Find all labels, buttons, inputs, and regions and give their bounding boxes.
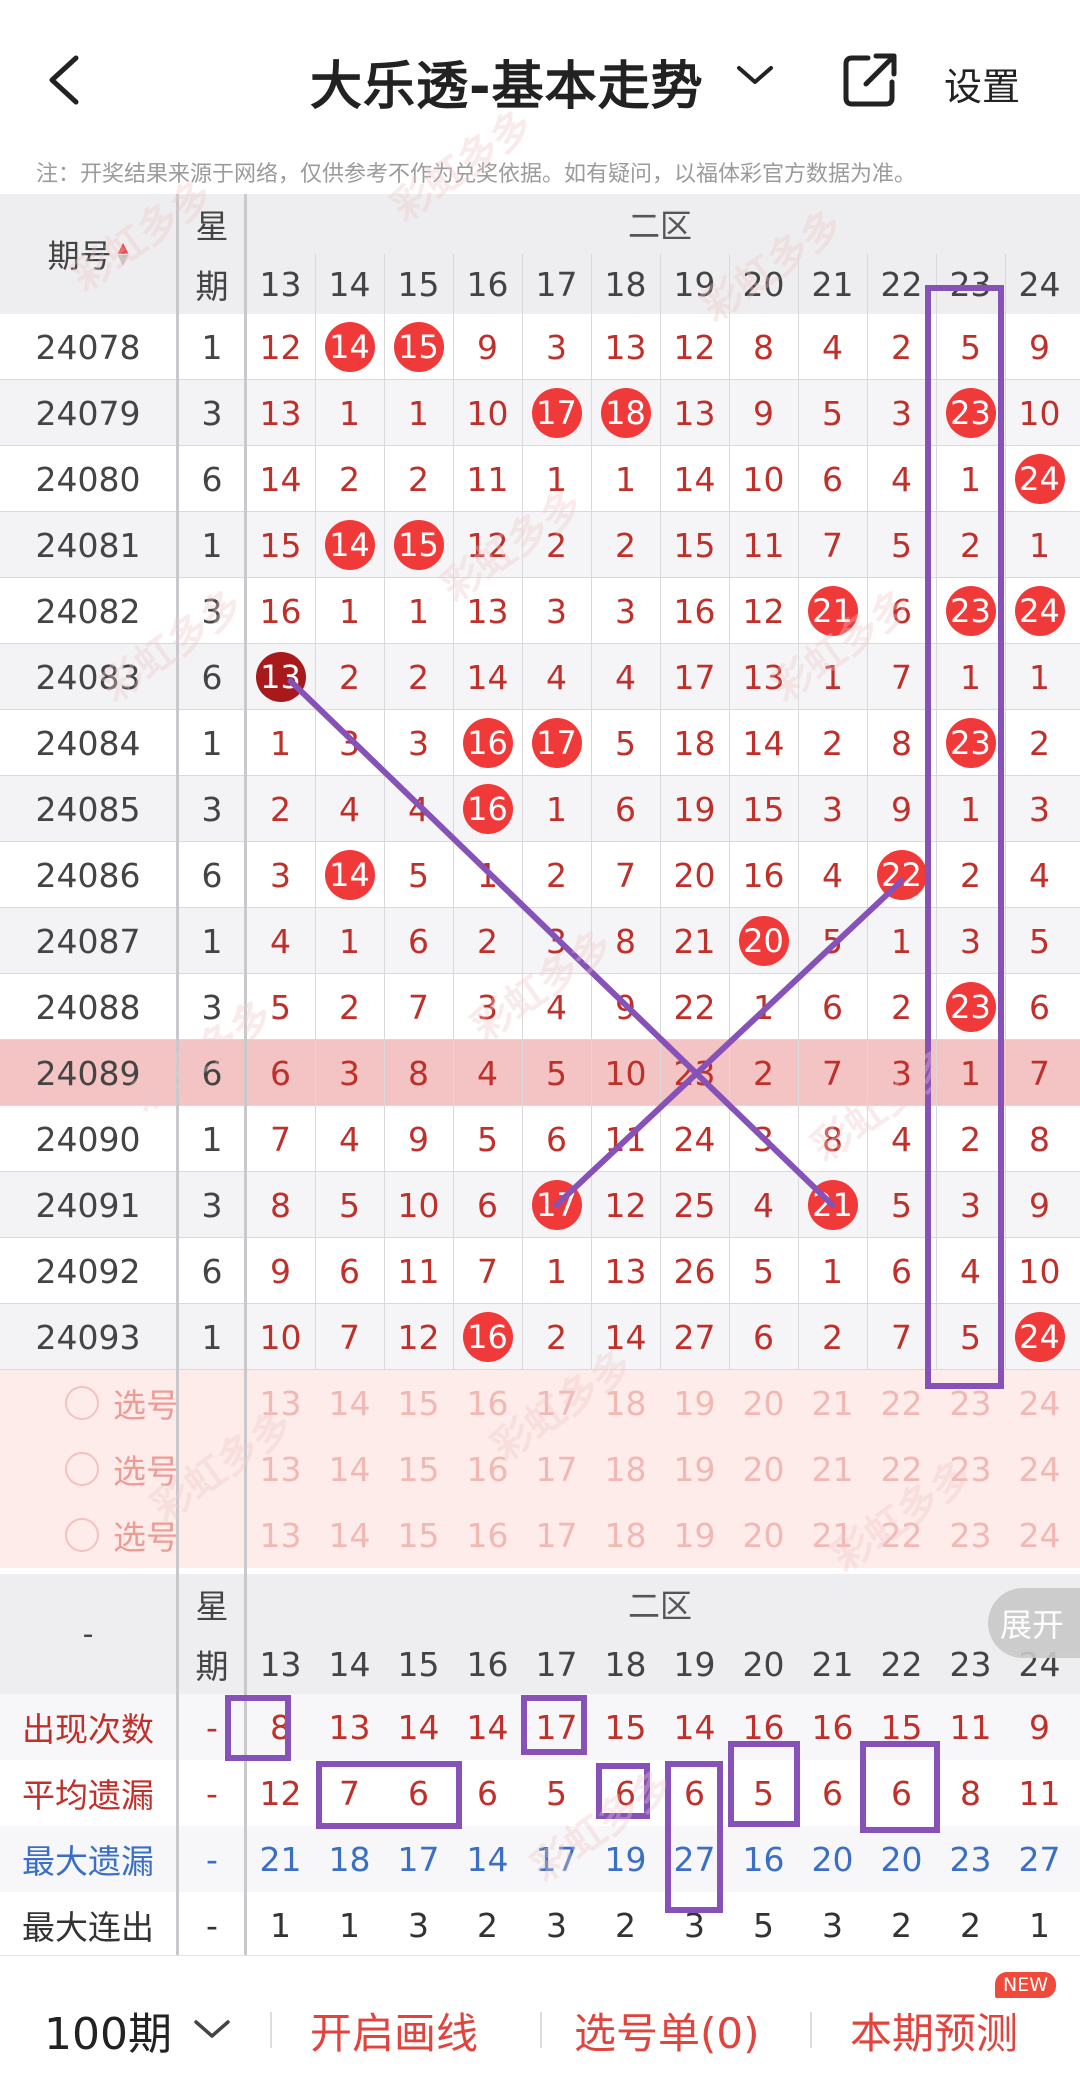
period-selector[interactable]: 100期 <box>44 1998 172 2062</box>
select-list-button[interactable]: 选号单(0) <box>574 2000 760 2061</box>
divider <box>270 2012 272 2048</box>
drawn-stat-box <box>225 1695 291 1761</box>
new-badge: NEW <box>995 1972 1057 1998</box>
expand-button[interactable]: 展开 <box>988 1588 1080 1658</box>
drawn-stat-box <box>860 1741 940 1833</box>
divider <box>540 2012 542 2048</box>
back-arrow-icon[interactable] <box>38 50 98 110</box>
drawn-stat-box <box>665 1761 723 1913</box>
chevron-down-icon[interactable] <box>192 2016 232 2044</box>
drawn-stat-box <box>728 1741 800 1827</box>
settings-button[interactable]: 设置 <box>944 56 1020 111</box>
drawn-column-box <box>925 285 1004 1389</box>
bottom-toolbar: 100期 开启画线 选号单(0) 本期预测 NEW <box>0 1955 1080 2088</box>
drawn-stat-box <box>521 1695 587 1755</box>
chevron-down-icon[interactable] <box>735 60 775 90</box>
top-bar: 大乐透-基本走势 设置 注：开奖结果来源于网络，仅供参考不作为兑奖依据。如有疑问… <box>0 0 1080 187</box>
divider <box>810 2012 812 2048</box>
trend-table: 期号 ▲ ▼ 星期二区 13 14 15 16 17 18 19 20 21 22 23 24 24078 1 12… <box>0 102 1080 1958</box>
share-icon[interactable] <box>840 50 900 110</box>
drawn-stat-box <box>316 1761 462 1829</box>
predict-button[interactable]: 本期预测 <box>850 2000 1018 2061</box>
draw-line-button[interactable]: 开启画线 <box>310 2000 478 2061</box>
